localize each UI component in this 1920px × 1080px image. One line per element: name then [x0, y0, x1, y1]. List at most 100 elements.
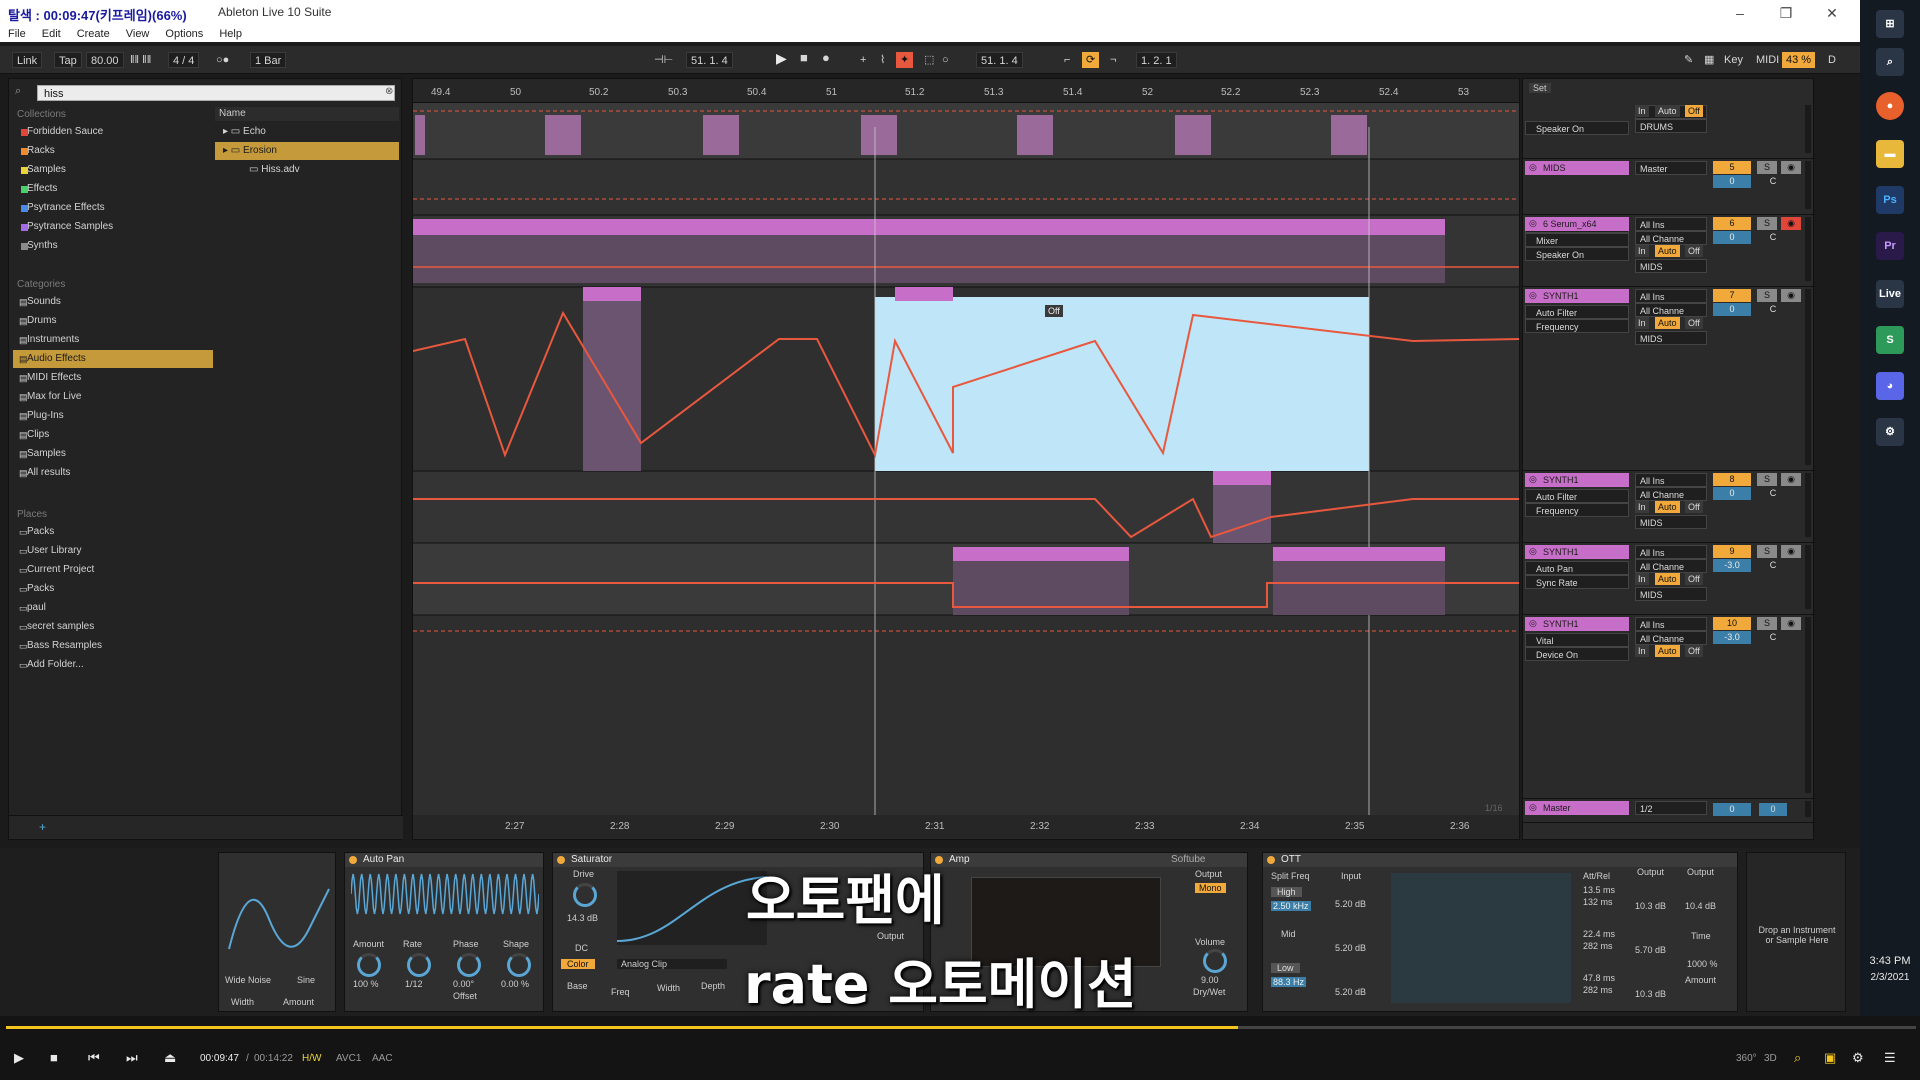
arm-button[interactable]: ◉ [1781, 545, 1801, 558]
browser-file-item[interactable]: ▭ Hiss.adv [215, 161, 399, 179]
menu-icon[interactable]: ☰ [1884, 1050, 1896, 1066]
category-item[interactable]: ▤ Clips [13, 426, 213, 444]
track-activator[interactable]: 10 [1713, 617, 1751, 630]
monitor-auto[interactable]: Auto [1655, 245, 1680, 257]
autopan-clip-header-2[interactable] [1273, 547, 1445, 561]
monitor-in[interactable]: In [1635, 573, 1649, 585]
input-type-select[interactable]: All Ins [1635, 545, 1707, 559]
place-item[interactable]: ▭ secret samples [13, 618, 213, 636]
collection-item[interactable]: Effects [13, 180, 213, 198]
session-record-icon[interactable]: ○ [938, 52, 953, 68]
monitor-auto[interactable]: Auto [1655, 105, 1680, 117]
monitor-off[interactable]: Off [1685, 573, 1703, 585]
place-item[interactable]: ▭ Packs [13, 580, 213, 598]
monitor-in[interactable]: In [1635, 501, 1649, 513]
track-header[interactable]: SYNTH1 ◎ Auto Pan Sync Rate All Ins All Chann… [1523, 543, 1815, 615]
rate-knob[interactable] [407, 953, 431, 977]
drop-zone[interactable]: Drop an Instrument or Sample Here [1746, 852, 1846, 1012]
category-item[interactable]: ▤ Audio Effects [13, 350, 213, 368]
monitor-in[interactable]: In [1635, 317, 1649, 329]
track-name[interactable]: SYNTH1 [1525, 617, 1629, 631]
device-chooser[interactable]: Mixer [1525, 233, 1629, 247]
category-item[interactable]: ▤ MIDI Effects [13, 369, 213, 387]
restore-button[interactable]: ❐ [1771, 2, 1801, 24]
category-item[interactable]: ▤ Max for Live [13, 388, 213, 406]
settings-icon[interactable]: ⚙ [1852, 1050, 1864, 1066]
lane-mids[interactable] [413, 159, 1520, 215]
menu-help[interactable]: Help [211, 26, 250, 42]
monitor-auto[interactable]: Auto [1655, 645, 1680, 657]
device-chooser[interactable]: Speaker On [1525, 121, 1629, 135]
track-volume[interactable]: 0 [1713, 231, 1751, 244]
output-routing-select[interactable]: 1/2 [1635, 801, 1707, 815]
windows-icon[interactable]: ⊞ [1876, 10, 1904, 38]
firefox-icon[interactable]: ● [1876, 92, 1904, 120]
track-activator[interactable]: 9 [1713, 545, 1751, 558]
solo-button[interactable]: S [1757, 289, 1777, 302]
category-item[interactable]: ▤ Drums [13, 312, 213, 330]
track-pan[interactable]: C [1759, 303, 1787, 316]
track-volume[interactable]: -3.0 [1713, 631, 1751, 644]
track-name[interactable]: SYNTH1 [1525, 545, 1629, 559]
menu-options[interactable]: Options [157, 26, 211, 42]
drive-knob[interactable] [573, 883, 597, 907]
track-volume[interactable]: 0 [1713, 175, 1751, 188]
menu-view[interactable]: View [118, 26, 158, 42]
output-routing-select[interactable]: MIDS [1635, 331, 1707, 345]
category-item[interactable]: ▤ Sounds [13, 293, 213, 311]
category-item[interactable]: ▤ All results [13, 464, 213, 482]
device-chooser[interactable]: Auto Pan [1525, 561, 1629, 575]
volume-knob[interactable] [1203, 949, 1227, 973]
add-icon[interactable]: + [39, 820, 46, 834]
track-pan[interactable]: C [1759, 559, 1787, 572]
midi-map-button[interactable]: MIDI [1752, 52, 1783, 68]
track-volume[interactable]: 0 [1713, 487, 1751, 500]
input-channel-select[interactable]: All Channe [1635, 303, 1707, 317]
video-progress-bar[interactable] [6, 1026, 1916, 1029]
computer-keyboard-icon[interactable]: ▦ [1700, 52, 1718, 68]
nudge-icon[interactable]: ‖‖ ‖‖ [126, 52, 155, 68]
3d-button[interactable]: 3D [1764, 1053, 1777, 1064]
menu-create[interactable]: Create [69, 26, 118, 42]
place-item[interactable]: ▭ Current Project [13, 561, 213, 579]
settings-icon[interactable]: ⚙ [1876, 418, 1904, 446]
track-activator[interactable]: 6 [1713, 217, 1751, 230]
solo-button[interactable]: S [1757, 473, 1777, 486]
input-type-select[interactable]: All Ins [1635, 617, 1707, 631]
output-routing-select[interactable]: DRUMS [1635, 119, 1707, 133]
saturator-mode-select[interactable]: Analog Clip [617, 959, 727, 969]
serum-clip-body[interactable] [413, 235, 1445, 283]
parameter-chooser[interactable]: Frequency [1525, 319, 1629, 333]
monitor-auto[interactable]: Auto [1655, 501, 1680, 513]
track-header[interactable]: Master ◎ 1/2 0 0 [1523, 799, 1815, 823]
browser-search-input[interactable]: hiss [37, 85, 395, 101]
track-header[interactable]: Speaker OnInDRUMSInAutoOff [1523, 103, 1815, 159]
clear-search-icon[interactable]: ⊗ [385, 86, 393, 97]
filter-a-clip-1[interactable] [583, 301, 641, 471]
subtitle-icon[interactable]: ▣ [1824, 1050, 1836, 1066]
place-item[interactable]: ▭ Packs [13, 523, 213, 541]
minimize-button[interactable]: – [1725, 2, 1755, 24]
solo-button[interactable]: S [1757, 161, 1777, 174]
input-type-select[interactable]: All Ins [1635, 217, 1707, 231]
lfo-wide-noise[interactable]: Wide Noise [225, 975, 271, 985]
loop-length-field[interactable]: 1. 2. 1 [1136, 52, 1177, 68]
category-item[interactable]: ▤ Instruments [13, 331, 213, 349]
premiere-icon[interactable]: Pr [1876, 232, 1904, 260]
auto-pan-device[interactable]: Auto Pan Amount Rate Phase Shape 100 % 1… [344, 852, 544, 1012]
track-header[interactable]: SYNTH1 ◎ Auto Filter Frequency All Ins All Ch… [1523, 287, 1815, 471]
monitor-in[interactable]: In [1635, 105, 1649, 117]
menu-edit[interactable]: Edit [34, 26, 69, 42]
monitor-off[interactable]: Off [1685, 645, 1703, 657]
parameter-chooser[interactable]: Speaker On [1525, 247, 1629, 261]
folder-icon[interactable]: ▬ [1876, 140, 1904, 168]
arm-button[interactable]: ◉ [1781, 161, 1801, 174]
monitor-off[interactable]: Off [1685, 501, 1703, 513]
fold-chevron-icon[interactable]: ◎ [1529, 618, 1537, 629]
punch-in-icon[interactable]: ⌐ [1060, 52, 1074, 68]
track-pan[interactable]: C [1759, 631, 1787, 644]
overdub-icon[interactable]: + [856, 52, 870, 68]
photoshop-icon[interactable]: Ps [1876, 186, 1904, 214]
input-channel-select[interactable]: All Channe [1635, 487, 1707, 501]
track-header[interactable]: SYNTH1 ◎ Auto Filter Frequency All Ins All Ch… [1523, 471, 1815, 543]
